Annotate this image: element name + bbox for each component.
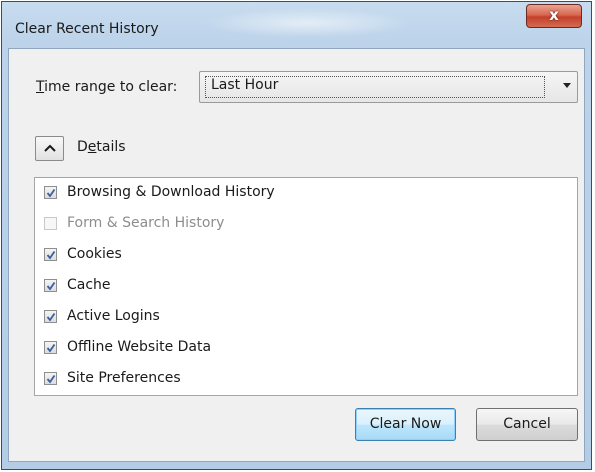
title-bar[interactable]: Clear Recent History x: [2, 2, 591, 48]
checkbox-offline-website-data[interactable]: [44, 341, 57, 354]
check-icon: [46, 250, 56, 260]
cancel-button[interactable]: Cancel: [476, 408, 578, 441]
checkbox-cache[interactable]: [44, 279, 57, 292]
close-icon: x: [549, 6, 559, 24]
checkbox-active-logins[interactable]: [44, 310, 57, 323]
title-glare: [202, 8, 412, 38]
dialog-window: Clear Recent History x Time range to cle…: [1, 1, 592, 470]
clear-now-button[interactable]: Clear Now: [355, 408, 456, 441]
check-icon: [46, 188, 56, 198]
check-icon: [46, 312, 56, 322]
time-range-select[interactable]: Last Hour: [199, 71, 578, 103]
dialog-content: Time range to clear: Last Hour Details B…: [8, 48, 585, 462]
item-label: Offline Website Data: [67, 339, 212, 355]
checkbox-browsing-download-history[interactable]: [44, 186, 57, 199]
item-label: Form & Search History: [67, 215, 225, 231]
dropdown-arrow-icon: [563, 83, 571, 88]
close-button[interactable]: x: [526, 4, 582, 28]
check-icon: [46, 281, 56, 291]
checkbox-cookies[interactable]: [44, 248, 57, 261]
time-range-value: Last Hour: [211, 77, 279, 93]
details-label: Details: [77, 139, 126, 155]
checkbox-form-search-history: [44, 217, 57, 230]
dialog-title: Clear Recent History: [15, 21, 159, 37]
item-label: Site Preferences: [67, 370, 181, 386]
item-label: Cache: [67, 277, 111, 293]
chevron-up-icon: [44, 144, 56, 152]
history-items-list: Browsing & Download History Form & Searc…: [34, 177, 578, 396]
item-label: Active Logins: [67, 308, 160, 324]
check-icon: [46, 343, 56, 353]
check-icon: [46, 374, 56, 384]
details-toggle-button[interactable]: [35, 136, 64, 161]
item-label: Browsing & Download History: [67, 184, 275, 200]
checkbox-site-preferences[interactable]: [44, 372, 57, 385]
item-label: Cookies: [67, 246, 122, 262]
time-range-label: Time range to clear:: [36, 79, 178, 95]
